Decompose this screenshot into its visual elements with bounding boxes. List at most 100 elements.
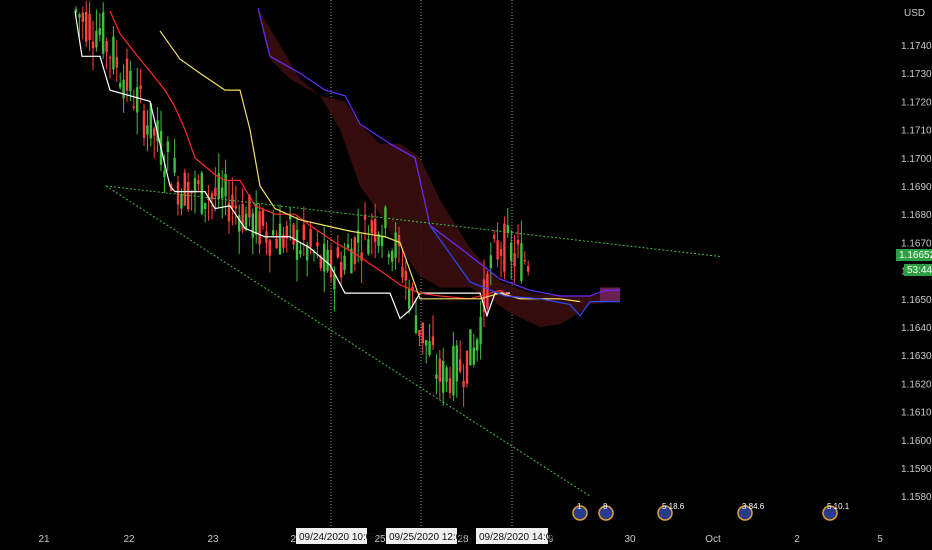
x-tick-label: 22 [123, 534, 135, 545]
candle-body [295, 229, 299, 260]
candle-body [391, 250, 394, 262]
candle-body [302, 224, 305, 240]
candle-body [452, 345, 455, 396]
x-tick-label: Oct [705, 534, 721, 545]
candle-body [431, 336, 435, 345]
y-tick-label: 1.16200 [901, 379, 932, 390]
y-tick-label: 1.17100 [901, 126, 932, 137]
candle-body [112, 36, 115, 70]
currency-label: USD [904, 8, 925, 19]
candle-body [455, 345, 458, 382]
candle-body [200, 172, 203, 214]
candle-body [367, 239, 370, 255]
candle-body [380, 235, 384, 247]
candle-body [414, 315, 418, 334]
candle-body [418, 330, 421, 336]
event-badge-label: 5 18.6 [662, 502, 685, 511]
x-tick-label: 5 [877, 534, 883, 545]
candle-body [493, 234, 496, 239]
candle-body [88, 13, 91, 41]
candle-body [401, 266, 404, 278]
x-tick-label: 23 [207, 534, 219, 545]
lower-trendline [105, 185, 591, 497]
candle-body [387, 254, 390, 258]
candle-body [336, 247, 339, 258]
candle-body [166, 141, 169, 153]
candle-body [292, 224, 295, 245]
candle-body [115, 57, 118, 68]
candle-body [139, 85, 142, 89]
candle-body [421, 322, 424, 344]
candle-body [129, 70, 132, 92]
date-flags: 09/24/2020 10:00 09/25/2020 12:00 09/28/20… [296, 528, 557, 544]
candle-body [435, 374, 438, 379]
candle-body [397, 234, 401, 246]
candle-body [224, 173, 227, 197]
y-tick-label: 1.17200 [901, 97, 932, 108]
y-tick-label: 1.16800 [901, 210, 932, 221]
candle-body [442, 360, 445, 393]
y-tick-label: 1.16400 [901, 323, 932, 334]
candle-body [472, 347, 475, 365]
candle-body [448, 378, 452, 393]
candle-body [394, 232, 397, 258]
candle-body [163, 170, 166, 178]
event-badge-label: 8 [603, 502, 608, 511]
y-tick-label: 1.15900 [901, 464, 932, 475]
candle-body [510, 242, 513, 261]
candle-body [496, 240, 499, 260]
candle-body [428, 341, 431, 355]
candle-body [476, 339, 479, 351]
candle-body [353, 237, 356, 264]
candle-body [261, 209, 265, 226]
candle-body [486, 273, 489, 309]
y-tick-label: 1.16300 [901, 351, 932, 362]
candle-body [231, 194, 234, 208]
candle-body [102, 12, 105, 54]
candle-body [445, 367, 448, 382]
candle-body [91, 41, 95, 49]
candle-body [469, 329, 472, 366]
ichimoku-cloud [258, 8, 620, 327]
candle-body [95, 30, 98, 48]
candle-body [316, 242, 319, 247]
event-badge-label: 1 [577, 502, 582, 511]
price-chart[interactable]: USD 1.17400 1.17300 1.17200 1.17100 1.17000 1… [0, 0, 932, 550]
candle-body [333, 273, 336, 290]
candle-body [326, 249, 329, 271]
candle-body [85, 12, 88, 42]
y-tick-label: 1.16500 [901, 295, 932, 306]
cloud-area [258, 8, 620, 327]
y-tick-label: 1.16700 [901, 238, 932, 249]
candle-body [197, 180, 200, 185]
candle-body [78, 14, 81, 18]
candle-body [340, 261, 343, 278]
candle-body [105, 40, 108, 52]
candle-body [299, 250, 302, 255]
candle-body [374, 219, 377, 243]
y-tick-label: 1.15800 [901, 492, 932, 503]
candle-body [408, 289, 411, 309]
y-tick-label: 1.17400 [901, 41, 932, 52]
candle-body [479, 316, 482, 344]
candle-body [459, 359, 462, 372]
candle-body [343, 255, 346, 270]
event-badges[interactable]: 1 8 5 18.6 3 84.6 5 10.1 [572, 502, 850, 521]
candle-body [520, 243, 523, 281]
candle-body [173, 157, 176, 173]
candle-body [323, 243, 326, 272]
candle-body [176, 182, 180, 205]
candle-body [527, 266, 530, 272]
candle-body [275, 238, 278, 249]
x-tick-label: 21 [38, 534, 50, 545]
candle-body [289, 216, 292, 220]
date-flag-text: 09/25/2020 12:00 [389, 532, 467, 543]
candle-body [513, 253, 516, 267]
candle-body [132, 106, 135, 108]
date-flag-text: 09/24/2020 10:00 [299, 532, 377, 543]
cloud-edge [600, 287, 620, 302]
candle-body [523, 259, 526, 262]
candle-body [146, 125, 149, 135]
candle-body [204, 203, 207, 210]
date-flag-text: 09/28/2020 14:00 [479, 532, 557, 543]
